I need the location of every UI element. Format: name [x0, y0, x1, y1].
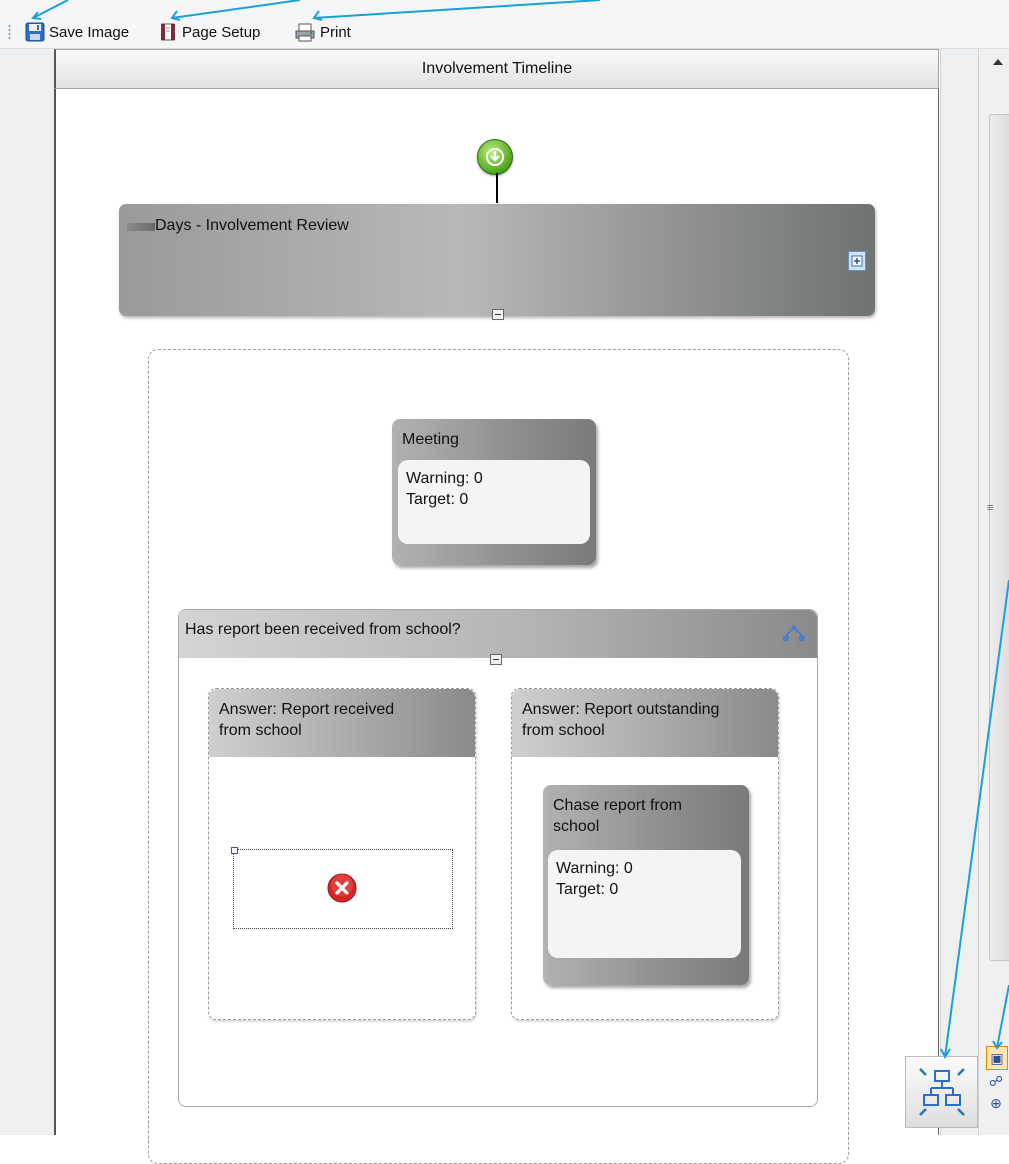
error-icon: [327, 873, 357, 903]
save-image-label: Save Image: [49, 23, 130, 41]
scrollbar-grip-icon: ≡: [987, 502, 994, 514]
workflow-canvas: Involvement Timeline Days - Involvement …: [54, 49, 939, 1164]
branch-title: Answer: Report outstanding from school: [522, 701, 720, 739]
print-label: Print: [320, 23, 351, 41]
branch-layout-icon[interactable]: [781, 624, 807, 644]
decision-header: Has report been received from school?: [179, 610, 817, 658]
pan-icon[interactable]: ⊕: [986, 1092, 1006, 1114]
right-margin: [940, 49, 979, 1135]
selection-handle[interactable]: [231, 847, 238, 854]
step-details: Warning: 0 Target: 0: [398, 460, 590, 544]
target-value: Target: 0: [406, 491, 469, 508]
collapse-icon[interactable]: [490, 654, 502, 665]
step-title: Chase report from school: [553, 797, 682, 835]
overview-icon: [919, 1068, 965, 1116]
canvas-body: Days - Involvement Review Meeting Warnin…: [54, 89, 939, 1164]
collapse-icon[interactable]: [492, 309, 504, 320]
warning-value: Warning: 0: [556, 860, 633, 877]
page-setup-label: Page Setup: [182, 23, 261, 41]
branch-header: Answer: Report outstanding from school: [512, 689, 778, 757]
vertical-scrollbar[interactable]: ≡: [978, 49, 1009, 1135]
fit-page-icon[interactable]: ▣: [986, 1046, 1008, 1070]
toolbar-grip[interactable]: [8, 24, 11, 40]
target-value: Target: 0: [556, 881, 619, 898]
empty-drop-placeholder[interactable]: [231, 847, 453, 929]
start-icon: [486, 148, 504, 166]
decision-block[interactable]: Has report been received from school? An…: [178, 609, 818, 1107]
branch-report-outstanding[interactable]: Answer: Report outstanding from school C…: [511, 688, 779, 1020]
scrollbar-thumb[interactable]: [989, 114, 1009, 961]
page-setup-button[interactable]: Page Setup: [158, 21, 260, 43]
branch-report-received[interactable]: Answer: Report received from school: [208, 688, 476, 1020]
decision-title: Has report been received from school?: [185, 621, 461, 638]
zoom-tools: ▣ ☍ ⊕: [986, 1046, 1009, 1114]
activity-days-involvement-review[interactable]: Days - Involvement Review: [119, 204, 875, 320]
left-margin: [0, 49, 55, 1135]
activity-label: Days - Involvement Review: [155, 217, 349, 234]
warning-value: Warning: 0: [406, 470, 483, 487]
print-icon: [295, 23, 315, 42]
overview-button[interactable]: [905, 1056, 978, 1128]
save-image-button[interactable]: Save Image: [25, 21, 129, 43]
activity-color-swatch: [127, 223, 155, 231]
step-details: Warning: 0 Target: 0: [548, 850, 741, 958]
page-setup-icon: [161, 23, 175, 41]
step-title: Meeting: [402, 431, 459, 448]
canvas-title: Involvement Timeline: [54, 49, 939, 89]
connector-line: [496, 173, 498, 203]
step-meeting[interactable]: Meeting Warning: 0 Target: 0: [392, 419, 596, 565]
save-icon: [25, 22, 45, 42]
toolbar: Save Image Page Setup Print: [0, 0, 1009, 49]
scroll-up-arrow[interactable]: [993, 59, 1003, 65]
start-node[interactable]: [477, 139, 513, 175]
find-icon[interactable]: ☍: [986, 1070, 1006, 1092]
expand-icon[interactable]: [848, 251, 866, 271]
print-button[interactable]: Print: [294, 21, 351, 43]
step-chase-report[interactable]: Chase report from school Warning: 0 Targ…: [543, 785, 749, 985]
branch-title: Answer: Report received from school: [219, 701, 395, 739]
branch-header: Answer: Report received from school: [209, 689, 475, 757]
